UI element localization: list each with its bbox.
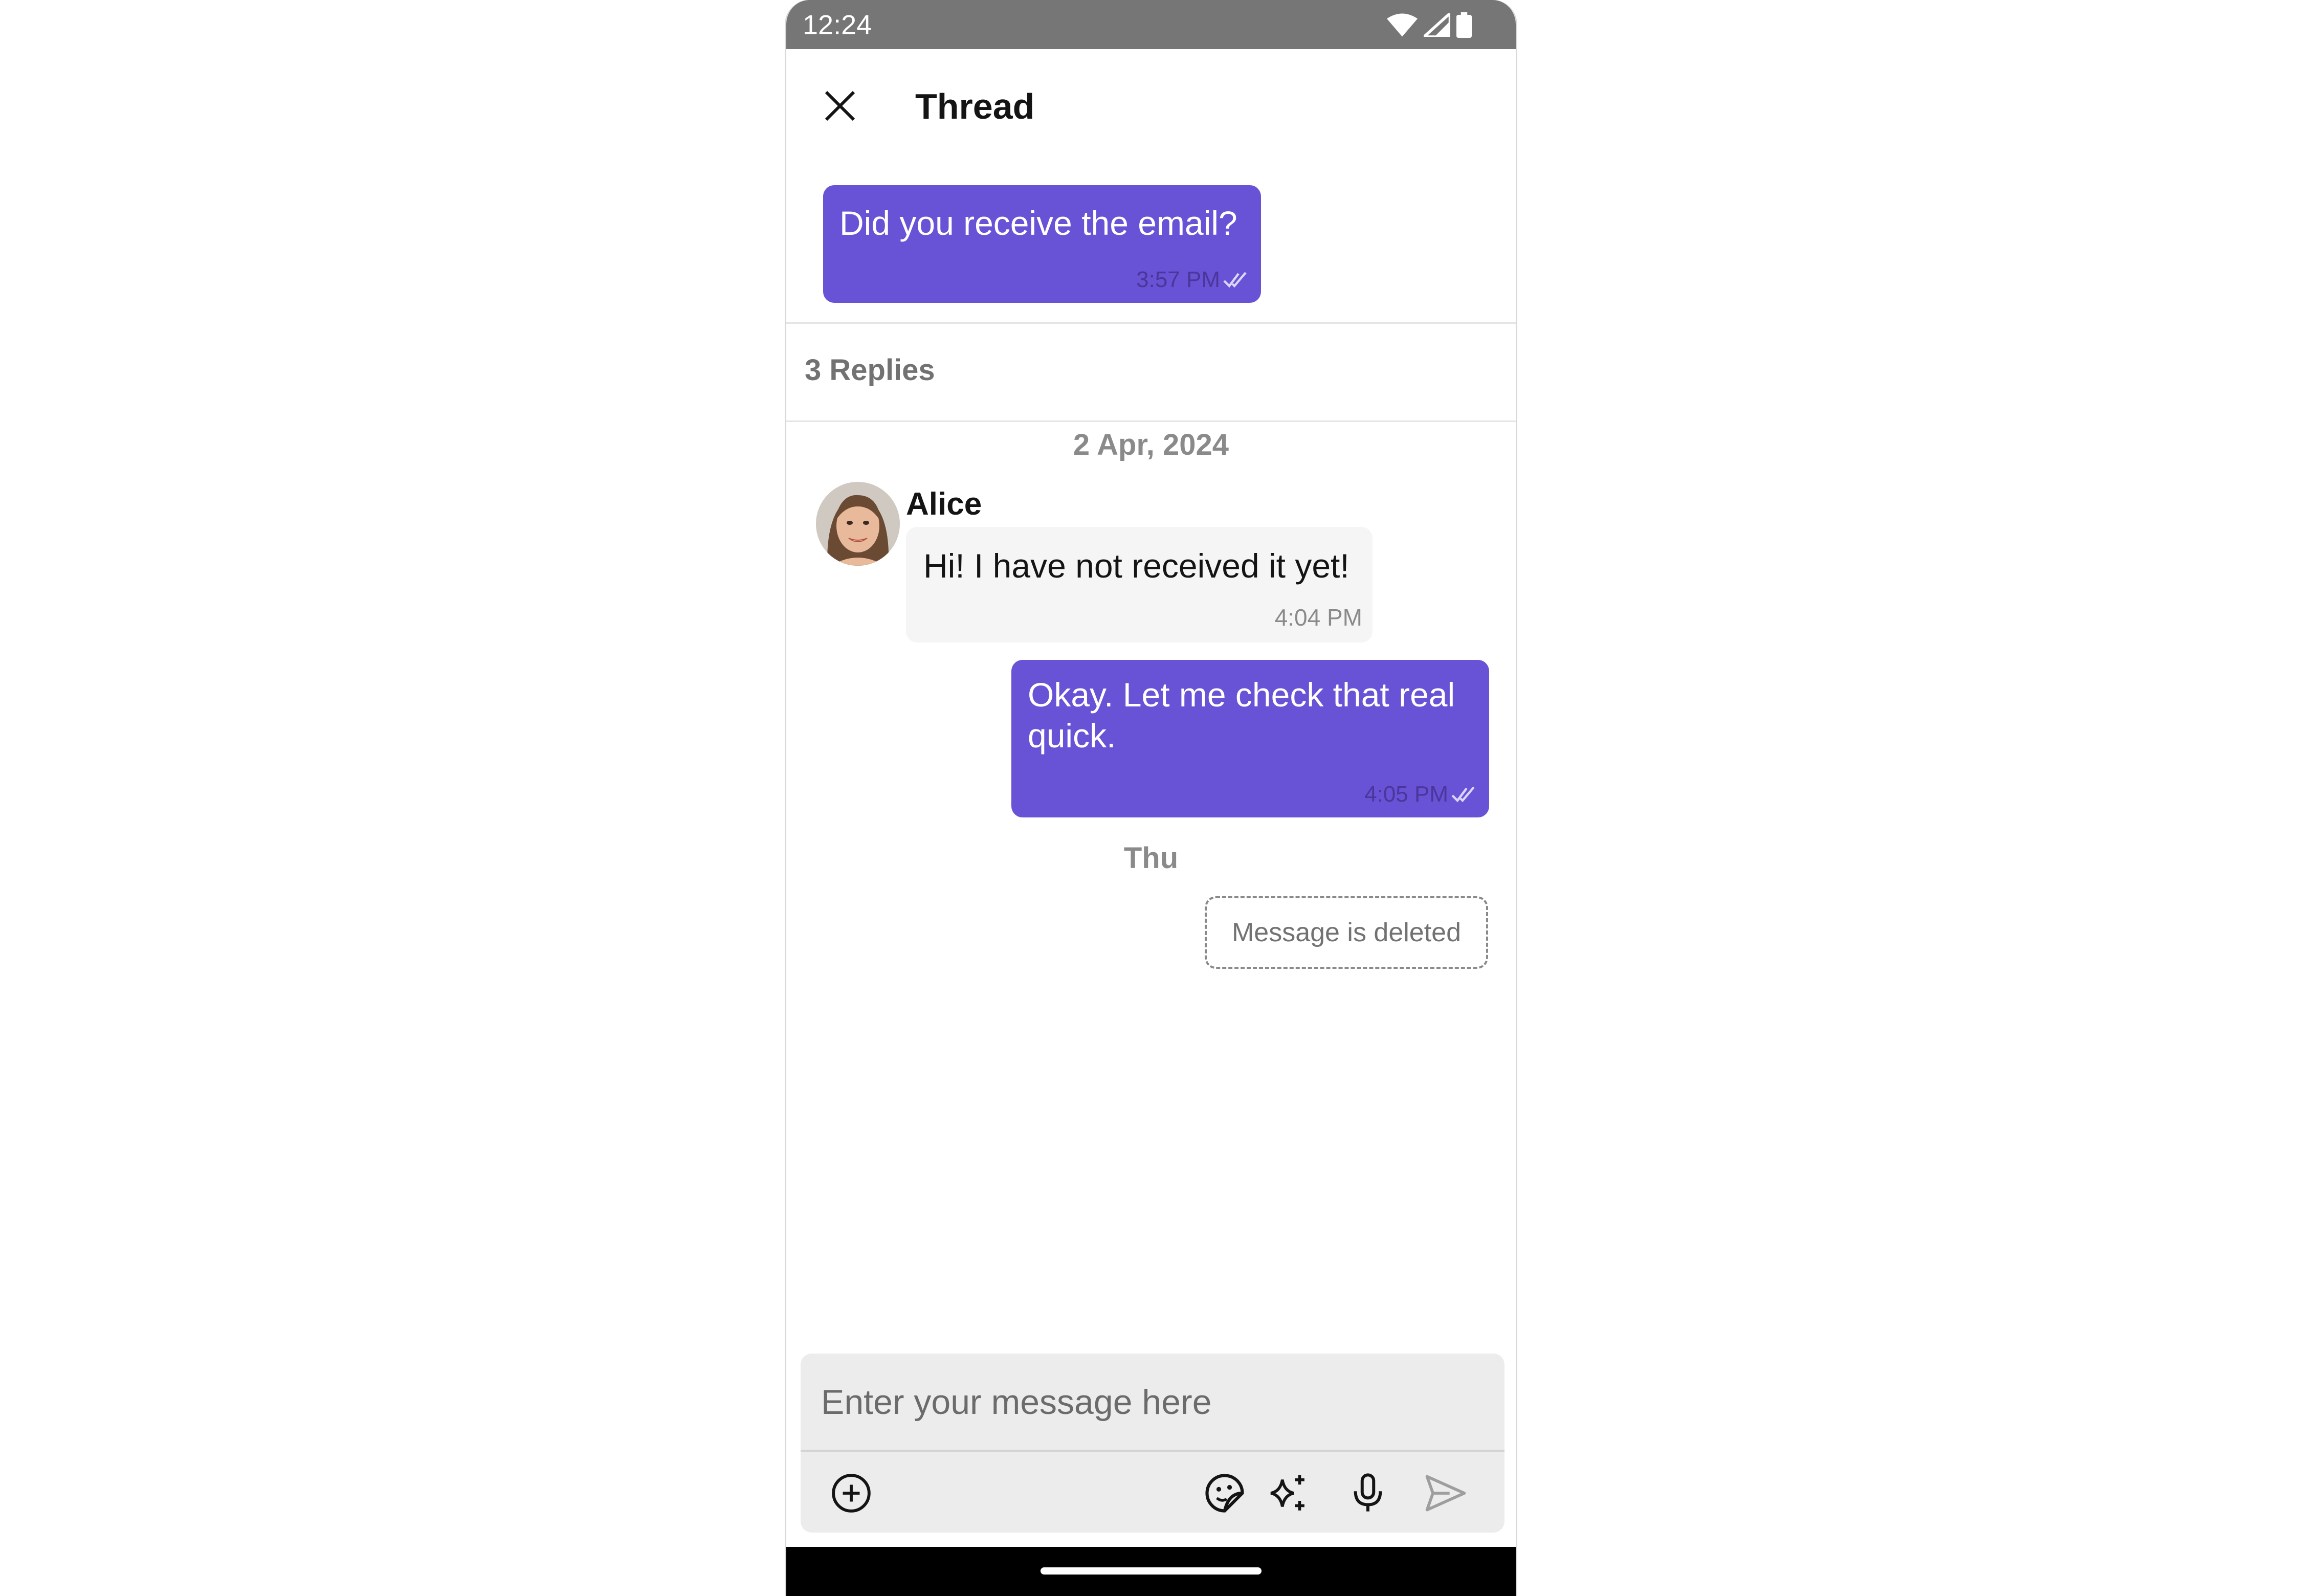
navigation-bar — [786, 1547, 1516, 1596]
battery-icon — [1456, 12, 1472, 38]
close-icon — [825, 91, 855, 121]
message-time: 4:04 PM — [1274, 604, 1362, 631]
avatar[interactable] — [816, 482, 900, 566]
message-input[interactable] — [801, 1354, 1504, 1451]
outgoing-message-bubble[interactable]: Okay. Let me check that real quick. 4:05… — [1011, 660, 1489, 817]
wifi-icon — [1387, 13, 1418, 37]
sender-name: Alice — [906, 486, 982, 522]
divider — [786, 420, 1516, 422]
message-text: Hi! I have not received it yet! — [923, 547, 1349, 585]
page-title: Thread — [915, 86, 1035, 126]
voice-record-button[interactable] — [1340, 1465, 1396, 1521]
message-meta: 3:57 PM — [1136, 267, 1250, 293]
parent-message-bubble[interactable]: Did you receive the email? 3:57 PM — [823, 185, 1261, 303]
reply-count: 3 Replies — [805, 353, 935, 387]
phone-screen: 12:24 Thread Did you receive the email? … — [785, 0, 1517, 1596]
send-button[interactable] — [1418, 1465, 1474, 1521]
incoming-message-bubble[interactable]: Hi! I have not received it yet! 4:04 PM — [906, 527, 1373, 642]
divider — [801, 1450, 1504, 1452]
status-icons — [1387, 11, 1472, 39]
message-composer — [801, 1354, 1504, 1533]
date-separator: Thu — [1123, 841, 1179, 875]
sticker-button[interactable] — [1197, 1465, 1253, 1521]
sparkle-icon — [1270, 1475, 1304, 1511]
attach-button[interactable] — [823, 1465, 879, 1521]
send-icon — [1425, 1475, 1466, 1512]
sticker-icon — [1205, 1474, 1244, 1513]
divider — [786, 322, 1516, 324]
close-button[interactable] — [817, 83, 863, 129]
read-receipt-icon — [1451, 786, 1475, 803]
avatar-face — [816, 482, 900, 566]
ai-button[interactable] — [1260, 1465, 1316, 1521]
date-separator: 2 Apr, 2024 — [1073, 428, 1229, 461]
add-circle-icon — [832, 1474, 871, 1513]
message-text: Okay. Let me check that real quick. — [1028, 676, 1455, 755]
home-indicator[interactable] — [1041, 1567, 1262, 1575]
message-meta: 4:05 PM — [1364, 782, 1478, 807]
read-receipt-icon — [1223, 272, 1247, 288]
message-time: 3:57 PM — [1136, 267, 1220, 292]
signal-icon — [1424, 13, 1450, 37]
status-time: 12:24 — [803, 10, 872, 40]
parent-message-text: Did you receive the email? — [839, 204, 1237, 242]
message-time: 4:05 PM — [1364, 782, 1448, 807]
microphone-icon — [1354, 1473, 1382, 1512]
status-bar: 12:24 — [786, 0, 1516, 49]
deleted-message[interactable]: Message is deleted — [1205, 896, 1488, 969]
